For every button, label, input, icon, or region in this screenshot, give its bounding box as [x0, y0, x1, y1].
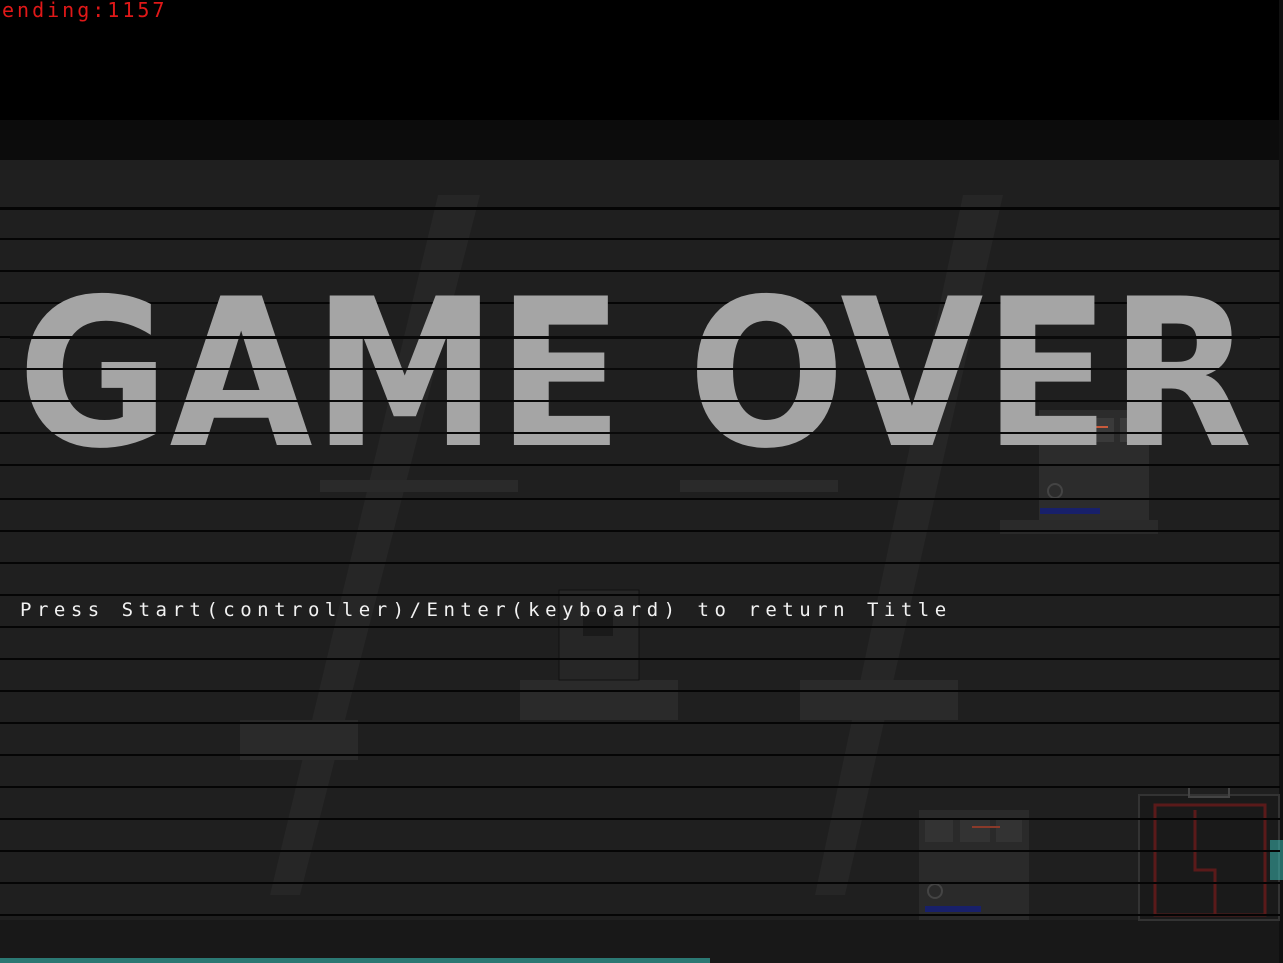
platform-5: [800, 680, 958, 720]
return-title-prompt: Press Start(controller)/Enter(keyboard) …: [20, 599, 952, 621]
game-background-scene: [0, 0, 1283, 963]
platform-1: [320, 480, 518, 492]
title-scanline: [10, 400, 1260, 402]
room-floor: [0, 920, 1283, 963]
game-over-title: GAME OVER: [10, 265, 1260, 475]
ending-counter: ending:1157: [2, 0, 168, 22]
platform-4: [520, 680, 678, 720]
machine-console-lower: [919, 810, 1029, 920]
exit-door: [1138, 786, 1280, 921]
edge-accent-cyan: [1270, 840, 1283, 880]
title-scanline: [10, 432, 1260, 434]
upper-shadow-band: [0, 120, 1283, 160]
platform-2: [680, 480, 838, 492]
title-scanline: [10, 336, 1260, 339]
floor-accent-cyan: [0, 958, 710, 963]
title-scanline: [10, 368, 1260, 370]
top-black-band: [0, 0, 1283, 120]
